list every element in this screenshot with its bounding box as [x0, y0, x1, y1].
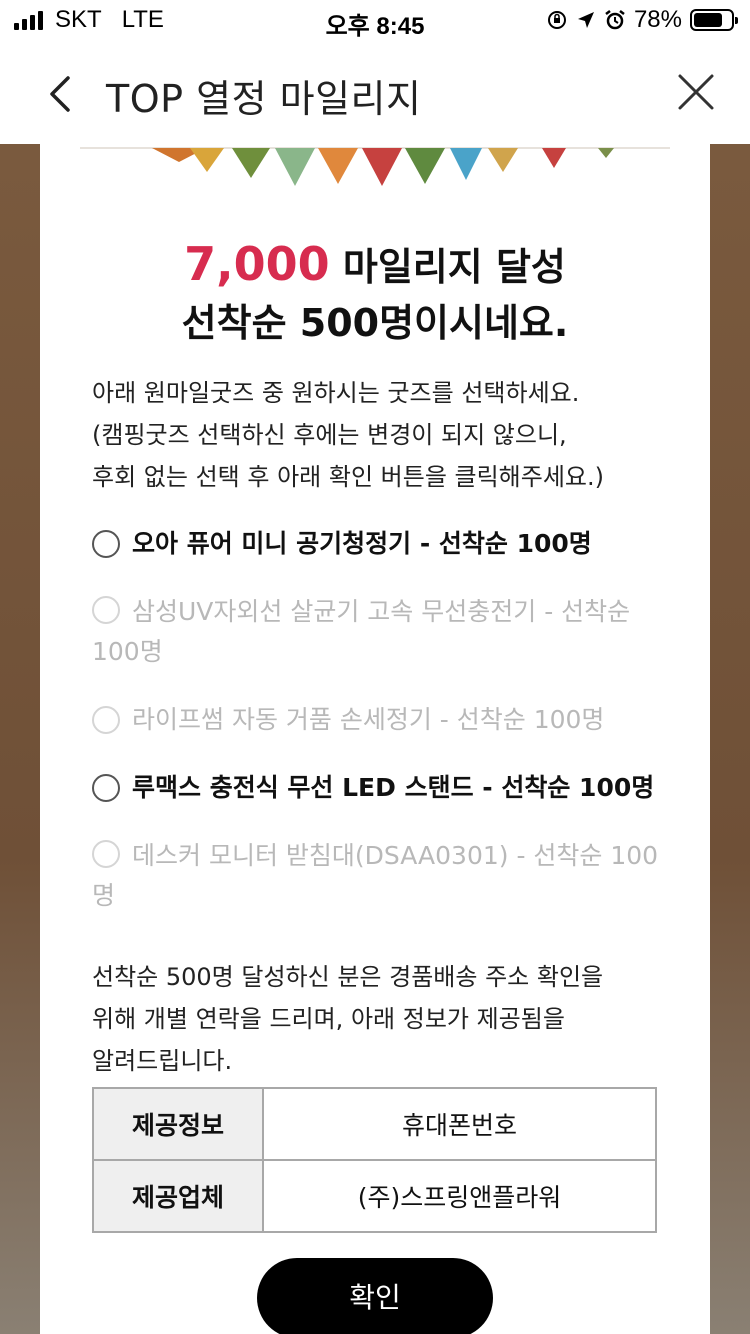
chevron-left-icon: [50, 76, 70, 112]
page-title: TOP 열정 마일리지: [106, 77, 422, 121]
privacy-notice: 선착순 500명 달성하신 분은 경품배송 주소 확인을 위해 개별 연락을 드…: [92, 956, 670, 1082]
option-label: 삼성UV자외선 살균기 고속 무선충전기 - 선착순 100명: [92, 597, 631, 666]
intro-line2: (캠핑굿즈 선택하신 후에는 변경이 되지 않으니,: [92, 421, 567, 449]
option-label: 라이프썸 자동 거품 손세정기 - 선착순 100명: [132, 705, 605, 734]
battery-percent: 78%: [633, 6, 682, 33]
back-button[interactable]: [40, 70, 80, 118]
option-soap-dispenser: 라이프썸 자동 거품 손세정기 - 선착순 100명: [92, 700, 670, 740]
table-cell-value: (주)스프링앤플라워: [262, 1159, 657, 1233]
intro-line1: 아래 원마일굿즈 중 원하시는 굿즈를 선택하세요.: [92, 379, 580, 407]
option-label: 오아 퓨어 미니 공기청정기 - 선착순 100명: [132, 529, 592, 558]
option-monitor-stand: 데스커 모니터 받침대(DSAA0301) - 선착순 100명: [92, 836, 670, 916]
table-row: 제공정보 휴대폰번호: [92, 1087, 657, 1161]
option-uv-charger: 삼성UV자외선 살균기 고속 무선충전기 - 선착순 100명: [92, 592, 670, 672]
status-right: 78%: [546, 6, 738, 34]
location-arrow-icon: [577, 12, 594, 28]
radio-button[interactable]: [92, 530, 120, 558]
intro-line3: 후회 없는 선택 후 아래 확인 버튼을 클릭해주세요.): [92, 463, 604, 491]
confirm-button[interactable]: 확인: [257, 1258, 493, 1334]
nav-header: TOP 열정 마일리지: [0, 40, 750, 144]
table-cell-value: 휴대폰번호: [262, 1087, 657, 1161]
radio-button[interactable]: [92, 774, 120, 802]
option-air-purifier[interactable]: 오아 퓨어 미니 공기청정기 - 선착순 100명: [92, 524, 670, 564]
bunting-decoration: [80, 147, 670, 186]
orientation-lock-icon: [547, 11, 566, 29]
close-icon: [678, 74, 714, 110]
table-cell-label: 제공정보: [92, 1087, 264, 1161]
battery-fill: [694, 13, 723, 27]
mileage-amount: 7,000: [184, 237, 330, 291]
radio-button-disabled: [92, 706, 120, 734]
notice-line3: 알려드립니다.: [92, 1047, 233, 1075]
battery-icon: [690, 9, 738, 31]
option-led-stand[interactable]: 루맥스 충전식 무선 LED 스탠드 - 선착순 100명: [92, 768, 670, 808]
goods-options: 오아 퓨어 미니 공기청정기 - 선착순 100명 삼성UV자외선 살균기 고속…: [92, 524, 670, 944]
option-label: 루맥스 충전식 무선 LED 스탠드 - 선착순 100명: [132, 773, 655, 802]
table-cell-label: 제공업체: [92, 1159, 264, 1233]
headline-line2: 선착순 500명이시네요.: [181, 301, 569, 345]
table-row: 제공업체 (주)스프링앤플라워: [92, 1159, 657, 1233]
mileage-card: 7,000 마일리지 달성 선착순 500명이시네요. 아래 원마일굿즈 중 원…: [40, 144, 710, 1334]
info-provision-table: 제공정보 휴대폰번호 제공업체 (주)스프링앤플라워: [92, 1087, 657, 1233]
radio-button-disabled: [92, 840, 120, 868]
radio-button-disabled: [92, 596, 120, 624]
notice-line1: 선착순 500명 달성하신 분은 경품배송 주소 확인을: [92, 963, 604, 991]
option-label: 데스커 모니터 받침대(DSAA0301) - 선착순 100명: [92, 841, 659, 910]
alarm-icon: [605, 10, 625, 30]
headline-line1: 7,000 마일리지 달성: [40, 236, 710, 295]
close-button[interactable]: [674, 70, 718, 114]
status-bar: SKT LTE 오후 8:45 78%: [0, 0, 750, 40]
headline-line1-text: 마일리지 달성: [329, 245, 566, 289]
intro-text: 아래 원마일굿즈 중 원하시는 굿즈를 선택하세요. (캠핑굿즈 선택하신 후에…: [92, 372, 670, 498]
notice-line2: 위해 개별 연락을 드리며, 아래 정보가 제공됨을: [92, 1005, 565, 1033]
achievement-headline: 7,000 마일리지 달성 선착순 500명이시네요.: [40, 236, 710, 351]
